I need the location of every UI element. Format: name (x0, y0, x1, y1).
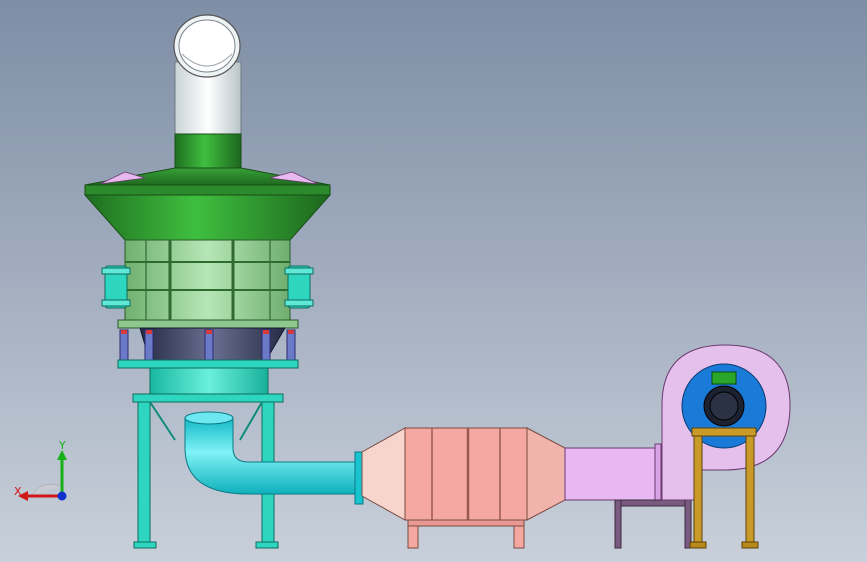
cad-viewport[interactable]: Y X (0, 0, 867, 562)
exhaust-stack (173, 14, 242, 141)
spring-mount (119, 329, 296, 361)
z-axis-dot (57, 491, 67, 501)
hopper-and-springs (117, 327, 299, 369)
assembly-model (83, 14, 791, 549)
y-axis-label: Y (58, 440, 66, 452)
x-axis-label: X (14, 485, 22, 498)
centrifugal-fan (661, 344, 791, 501)
green-hood (83, 133, 332, 241)
triad-plane (31, 484, 61, 497)
scrubber-body (101, 239, 314, 329)
filter-box (361, 427, 566, 549)
coordinate-triad: Y X (14, 440, 67, 501)
